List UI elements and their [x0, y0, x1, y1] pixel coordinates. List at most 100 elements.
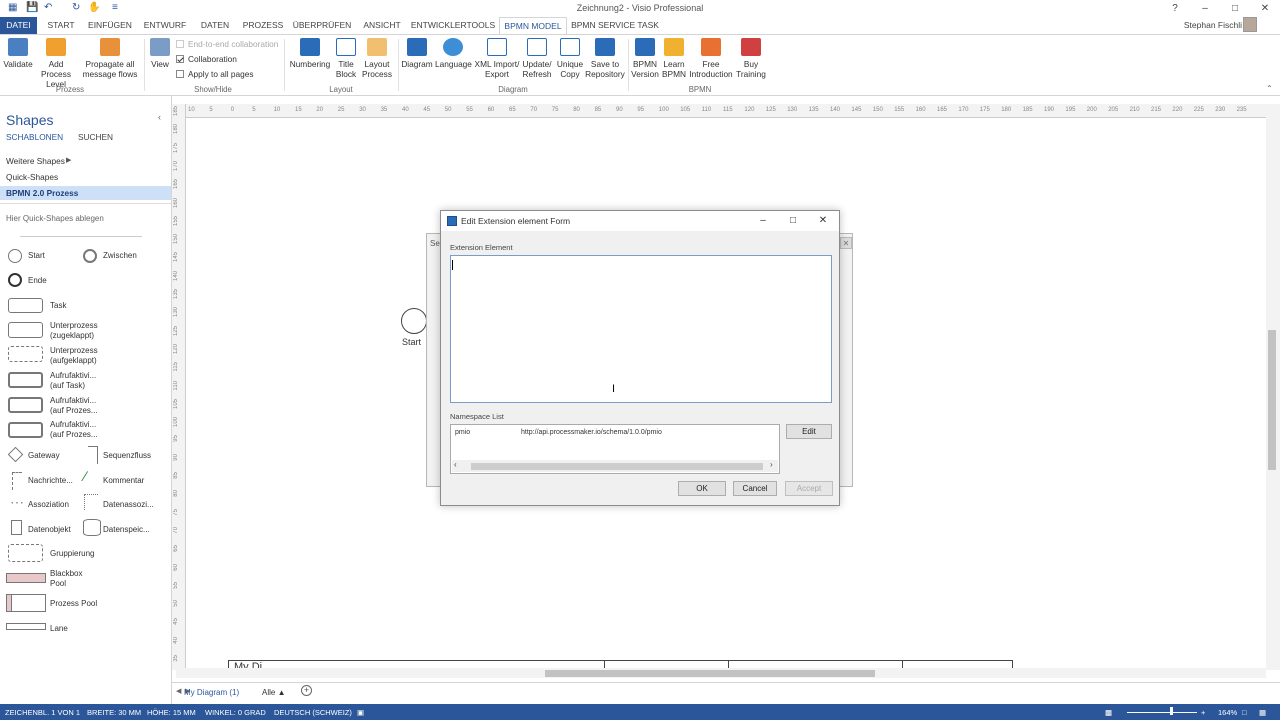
- data-object-shape-icon[interactable]: [11, 520, 22, 535]
- avatar[interactable]: [1243, 17, 1257, 32]
- update-refresh-button[interactable]: Update/ Refresh: [521, 38, 553, 79]
- page-tab-my-diagram[interactable]: My Diagram (1): [184, 688, 239, 697]
- apply-all-pages-checkbox[interactable]: Apply to all pages: [176, 69, 254, 79]
- namespace-list-scroll-thumb[interactable]: [471, 463, 763, 470]
- scroll-left-icon[interactable]: ‹: [454, 460, 457, 469]
- tab-bpmn-service-task[interactable]: BPMN SERVICE TASK: [570, 17, 660, 34]
- tab-view[interactable]: ANSICHT: [358, 17, 406, 34]
- close-button[interactable]: ✕: [1250, 0, 1280, 17]
- validate-button[interactable]: Validate: [2, 38, 34, 69]
- tab-process[interactable]: PROZESS: [240, 17, 286, 34]
- numbering-button[interactable]: Numbering: [288, 38, 332, 69]
- scroll-right-icon[interactable]: ›: [770, 460, 773, 469]
- zoom-slider-thumb[interactable]: [1170, 707, 1173, 715]
- tab-developer[interactable]: ENTWICKLERTOOLS: [410, 17, 496, 34]
- collaboration-checkbox[interactable]: Collaboration: [176, 54, 237, 64]
- subprocess-collapsed-shape-icon[interactable]: [8, 322, 43, 338]
- user-name[interactable]: Stephan Fischli: [1184, 20, 1242, 30]
- collapse-panel-icon[interactable]: ‹: [158, 112, 161, 122]
- maximize-button[interactable]: □: [1220, 0, 1250, 17]
- tab-file[interactable]: DATEI: [0, 17, 37, 34]
- namespace-list[interactable]: pmio http://api.processmaker.io/schema/1…: [450, 424, 780, 474]
- title-block-button[interactable]: Title Block: [333, 38, 359, 79]
- namespace-uri[interactable]: http://api.processmaker.io/schema/1.0.0/…: [521, 429, 662, 436]
- dialog-minimize-button[interactable]: –: [749, 213, 777, 229]
- tab-start[interactable]: START: [40, 17, 82, 34]
- sequence-flow-shape-icon[interactable]: [88, 446, 98, 464]
- dialog-close-button[interactable]: ✕: [809, 213, 837, 229]
- subprocess-expanded-shape-icon[interactable]: [8, 346, 43, 362]
- language-button[interactable]: Language: [435, 38, 472, 69]
- buy-training-button[interactable]: Buy Training: [736, 38, 766, 79]
- prev-page-icon[interactable]: ◀: [176, 687, 181, 695]
- edit-button[interactable]: Edit: [786, 424, 832, 439]
- help-icon[interactable]: ?: [1160, 0, 1190, 17]
- lane-shape-icon[interactable]: [6, 623, 46, 630]
- intermediate-event-shape-icon[interactable]: [83, 249, 97, 263]
- xml-import-export-button[interactable]: XML Import/ Export: [473, 38, 521, 79]
- end-event-shape-icon[interactable]: [8, 273, 22, 287]
- switch-windows-icon[interactable]: ▦: [1259, 708, 1266, 717]
- comment-shape-icon[interactable]: ∕: [84, 468, 86, 484]
- zoom-slider[interactable]: [1127, 712, 1197, 713]
- add-page-icon[interactable]: +: [301, 685, 312, 696]
- collapse-ribbon-icon[interactable]: ⌃: [1266, 84, 1273, 93]
- zoom-level[interactable]: 164%: [1218, 708, 1237, 717]
- status-language[interactable]: DEUTSCH (SCHWEIZ): [274, 708, 352, 717]
- call-activity-process-shape-icon[interactable]: [8, 422, 43, 438]
- status-page[interactable]: ZEICHENBL. 1 VON 1: [5, 708, 80, 717]
- tab-search[interactable]: SUCHEN: [78, 132, 113, 142]
- data-association-shape-icon[interactable]: [84, 494, 98, 510]
- tab-templates[interactable]: SCHABLONEN: [6, 132, 63, 142]
- layout-process-button[interactable]: Layout Process: [360, 38, 394, 79]
- diagram-button[interactable]: Diagram: [401, 38, 433, 69]
- tab-insert[interactable]: EINFÜGEN: [86, 17, 134, 34]
- vertical-scroll-thumb[interactable]: [1268, 330, 1276, 470]
- more-shapes-item[interactable]: Weitere Shapes ▶: [0, 154, 171, 168]
- start-event-shape-icon[interactable]: [8, 249, 22, 263]
- fit-page-icon[interactable]: □: [1242, 708, 1247, 717]
- data-store-shape-icon[interactable]: [83, 519, 101, 536]
- minimize-button[interactable]: –: [1190, 0, 1220, 17]
- macro-record-icon[interactable]: ▣: [357, 708, 364, 717]
- call-activity-process-shape-icon[interactable]: [8, 397, 43, 413]
- add-process-level-button[interactable]: Add Process Level: [34, 38, 78, 89]
- tab-data[interactable]: DATEN: [194, 17, 236, 34]
- quick-shapes-item[interactable]: Quick-Shapes: [0, 170, 171, 184]
- stencil-bpmn-process[interactable]: BPMN 2.0 Prozess: [0, 186, 171, 200]
- cancel-button[interactable]: Cancel: [733, 481, 777, 496]
- save-to-repository-button[interactable]: Save to Repository: [585, 38, 625, 79]
- learn-bpmn-button[interactable]: Learn BPMN: [660, 38, 688, 79]
- association-shape-icon[interactable]: ⋯: [10, 494, 24, 511]
- unique-copy-button[interactable]: Unique Copy: [555, 38, 585, 79]
- blackbox-pool-shape-icon[interactable]: [6, 573, 46, 583]
- ruler-tick-label: 75: [551, 107, 559, 113]
- group-shape-icon[interactable]: [8, 544, 43, 562]
- process-pool-shape-icon[interactable]: [6, 594, 46, 612]
- view-button[interactable]: View: [147, 38, 173, 69]
- bpmn-version-button[interactable]: BPMN Version: [630, 38, 660, 79]
- message-flow-shape-icon[interactable]: [12, 472, 22, 490]
- ruler-tick-label: 85: [594, 107, 602, 113]
- ok-button[interactable]: OK: [678, 481, 726, 496]
- extension-element-textarea[interactable]: [450, 255, 832, 403]
- start-event-shape[interactable]: [401, 308, 427, 334]
- propagate-message-flows-button[interactable]: Propagate all message flows: [80, 38, 140, 79]
- presentation-mode-icon[interactable]: ▩: [1105, 708, 1112, 717]
- tab-bpmn-model[interactable]: BPMN MODEL: [499, 17, 567, 34]
- background-dialog-close-icon[interactable]: ✕: [840, 237, 852, 249]
- task-shape-icon[interactable]: [8, 298, 43, 313]
- gateway-shape-icon[interactable]: [7, 446, 24, 463]
- shape-label-message-flow: Nachrichte...: [28, 476, 73, 485]
- zoom-in-icon[interactable]: +: [1201, 708, 1205, 717]
- namespace-prefix[interactable]: pmio: [455, 429, 470, 436]
- ruler-tick-label: 175: [173, 142, 179, 153]
- all-pages-button[interactable]: Alle ▲: [262, 688, 286, 697]
- dialog-maximize-button[interactable]: □: [779, 213, 807, 229]
- tab-review[interactable]: ÜBERPRÜFEN: [290, 17, 354, 34]
- tab-design[interactable]: ENTWURF: [138, 17, 192, 34]
- free-introduction-button[interactable]: Free Introduction: [688, 38, 734, 79]
- end-to-end-checkbox[interactable]: End-to-end collaboration: [176, 39, 278, 49]
- call-activity-task-shape-icon[interactable]: [8, 372, 43, 388]
- horizontal-scroll-thumb[interactable]: [545, 670, 875, 677]
